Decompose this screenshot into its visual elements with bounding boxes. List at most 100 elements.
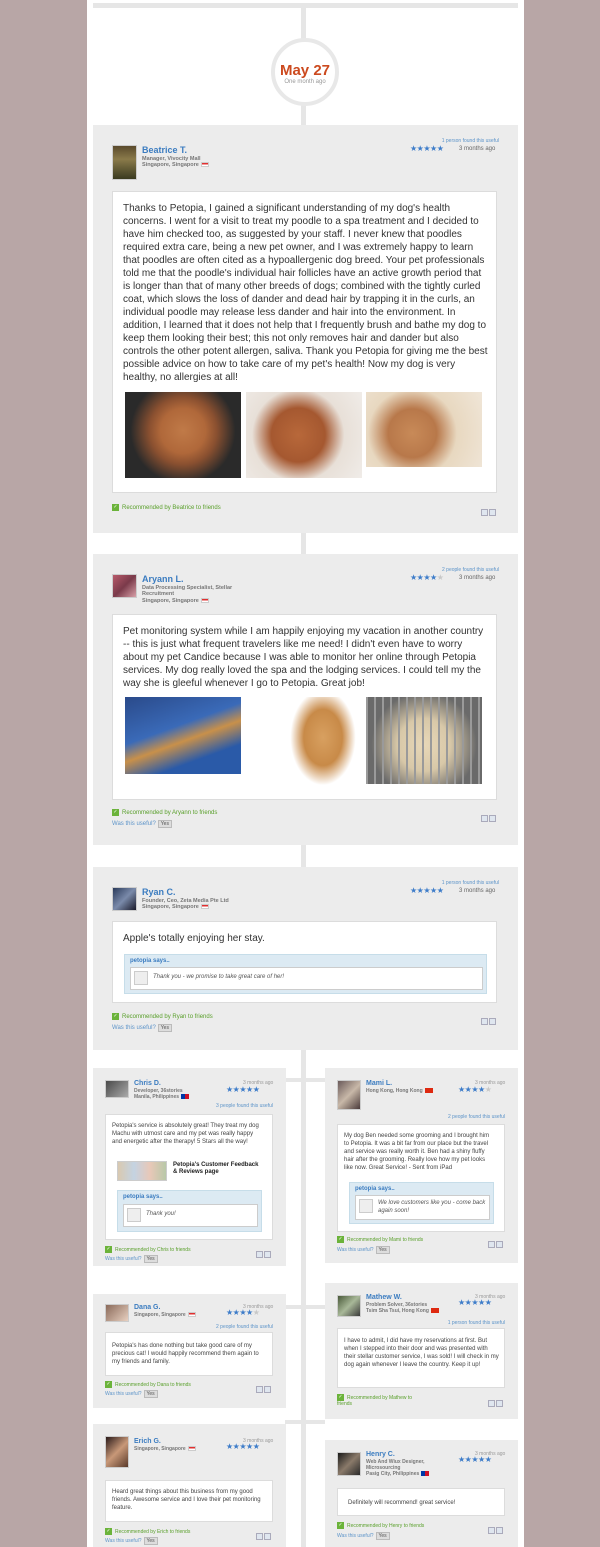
reviewer-name[interactable]: Chris D. [134,1080,161,1087]
share-icons[interactable] [488,1521,504,1534]
useful-count: 1 person found this useful [441,880,499,886]
avatar [337,1080,361,1110]
recommended-note: ✓ Recommended by Erich to friends [105,1528,190,1535]
reviewer-name[interactable]: Erich G. [134,1438,161,1445]
poodle-photo[interactable] [246,392,362,478]
date-day: May 27 [279,62,331,79]
reviewer-name[interactable]: Henry C. [366,1451,395,1458]
share-icon[interactable] [488,1527,495,1534]
share-icon[interactable] [489,815,496,822]
share-icons[interactable] [256,1380,272,1393]
reply-box: Thank you! [123,1204,258,1227]
petopia-label: petopia says.. [355,1186,395,1192]
timeline-line [301,105,306,125]
petopia-avatar [134,971,148,985]
share-icons[interactable] [481,809,497,822]
review-card: Chris D. Developer, 36stories Manila, Ph… [93,1068,286,1266]
review-card: Mami L. Hong Kong, Hong Kong 3 months ag… [325,1068,518,1263]
recommended-note: ✓ Recommended by Chris to friends [105,1246,191,1253]
link-thumbnail[interactable] [117,1161,167,1181]
reviewer-location: Singapore, Singapore [142,598,209,604]
poodle-photo[interactable] [125,392,241,478]
share-icon[interactable] [264,1251,271,1258]
dog-photo[interactable] [125,697,241,774]
yes-button[interactable]: Yes [157,820,172,828]
location-text: Singapore, Singapore [142,162,199,168]
rating-stars: ★★★★★ [226,1442,260,1451]
rating-stars: ★★★★★ [226,1308,260,1317]
reviewer-name[interactable]: Ryan C. [142,887,176,897]
recommended-text: Recommended by Dana to friends [115,1381,191,1388]
yes-button[interactable]: Yes [375,1246,390,1254]
share-icon[interactable] [496,1400,503,1407]
review-text: My dog Ben needed some grooming and I br… [344,1133,490,1171]
share-icons[interactable] [481,503,497,516]
rating-stars: ★★★★★ [226,1085,260,1094]
link-title[interactable]: Petopia's Customer Feedback & Reviews pa… [173,1162,263,1176]
share-icons[interactable] [256,1527,272,1540]
share-icon[interactable] [488,1400,495,1407]
date-ago: One month ago [284,79,326,85]
review-bubble: Petopia's service is absolutely great! T… [105,1114,273,1240]
share-icon[interactable] [256,1251,263,1258]
yes-button[interactable]: Yes [143,1537,158,1545]
share-icon[interactable] [264,1533,271,1540]
recommended-text: Recommended by Aryann to friends [122,810,218,817]
share-icon[interactable] [256,1386,263,1393]
useful-count: 1 person found this useful [441,138,499,144]
petopia-label: petopia says.. [130,958,170,964]
useful-count: 3 people found this useful [216,1103,273,1109]
was-useful: Was this useful? Yes [105,1390,158,1398]
location-text: Singapore, Singapore [142,904,199,910]
dog-photo[interactable] [289,697,357,787]
singapore-flag-icon [187,1312,196,1318]
was-useful-label: Was this useful? [112,1025,156,1031]
share-icon[interactable] [481,1018,488,1025]
yes-button[interactable]: Yes [143,1390,158,1398]
thumbs-up-icon: ✓ [112,809,119,816]
philippines-flag-icon [181,1094,190,1100]
share-icons[interactable] [488,1394,504,1407]
share-icon[interactable] [264,1386,271,1393]
review-bubble: Apple's totally enjoying her stay. petop… [112,921,497,1003]
philippines-flag-icon [421,1471,430,1477]
share-icons[interactable] [256,1245,272,1258]
share-icon[interactable] [256,1533,263,1540]
share-icon[interactable] [496,1527,503,1534]
review-text: Petopia's service is absolutely great! T… [112,1123,259,1145]
share-icon[interactable] [481,509,488,516]
share-icons[interactable] [488,1235,504,1248]
reviewer-name[interactable]: Aryann L. [142,574,184,584]
reviewer-name[interactable]: Beatrice T. [142,145,187,155]
rating-stars: ★★★★★ [410,144,444,153]
yes-button[interactable]: Yes [157,1024,172,1032]
reviewer-name[interactable]: Mathew W. [366,1294,402,1301]
reviewer-name[interactable]: Dana G. [134,1304,160,1311]
location-text: Pasig City, Philippines [366,1471,420,1477]
petopia-reply-text: Thank you - we promise to take great car… [153,974,285,980]
review-age: 3 months ago [459,146,496,152]
useful-count: 2 people found this useful [442,567,499,573]
yes-button[interactable]: Yes [143,1255,158,1263]
yes-button[interactable]: Yes [375,1532,390,1540]
review-card: Aryann L. Data Processing Specialist, St… [93,554,518,845]
recommended-note: ✓ Recommended by Mathew to friends [337,1394,417,1407]
share-icon[interactable] [489,1018,496,1025]
share-icons[interactable] [481,1012,497,1025]
recommended-note: ✓ Recommended by Aryann to friends [112,809,217,816]
reviewer-name[interactable]: Mami L. [366,1080,392,1087]
recommended-text: Recommended by Henry to friends [347,1522,425,1529]
share-icon[interactable] [496,1241,503,1248]
recommended-note: ✓ Recommended by Mami to friends [337,1236,423,1243]
share-icon[interactable] [489,509,496,516]
share-icon[interactable] [481,815,488,822]
dog-photo[interactable] [366,697,482,784]
petopia-reply: petopia says.. We love customers like yo… [349,1182,494,1224]
thumbs-up-icon: ✓ [105,1381,112,1388]
timeline-branch [285,1305,325,1309]
share-icon[interactable] [488,1241,495,1248]
useful-count: 2 people found this useful [216,1324,273,1330]
poodle-photo[interactable] [366,392,482,467]
location-text: Singapore, Singapore [134,1446,186,1452]
review-card: Henry C. Web And Wiux Designer, Microsou… [325,1440,518,1547]
